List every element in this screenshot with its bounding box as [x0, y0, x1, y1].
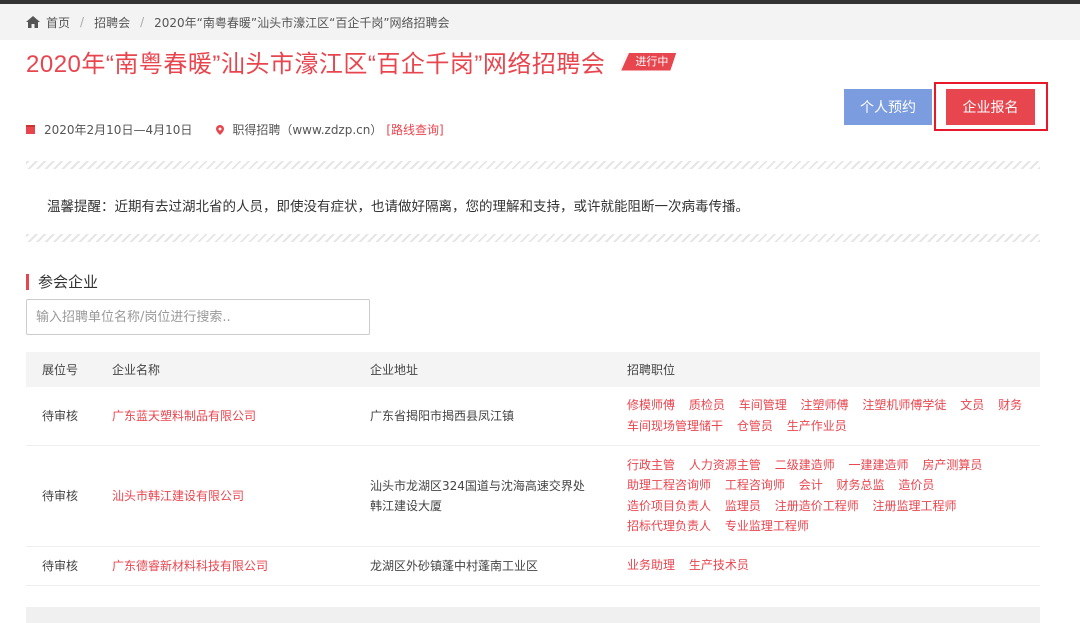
positions-cell: 行政主管 人力资源主管 二级建造师 一建建造师 房产测算员 助理工程咨询师 工程…: [627, 445, 1040, 547]
booth-cell: 待审核: [26, 387, 112, 446]
table-row: 待审核 广东德睿新材料科技有限公司 龙湖区外砂镇蓬中村蓬南工业区 业务助理 生产技术员: [26, 546, 1040, 586]
section-marker: [26, 273, 29, 290]
company-name-link[interactable]: 汕头市韩江建设有限公司: [112, 445, 370, 547]
table-row: 待审核 广东蓝天塑料制品有限公司 广东省揭阳市揭西县凤江镇 修模师傅 质检员 车间管理…: [26, 387, 1040, 446]
positions-list: 业务助理 生产技术员: [627, 549, 1040, 582]
personal-reservation-button[interactable]: 个人预约: [844, 89, 932, 125]
fair-meta: 2020年2月10日—4月10日 职得招聘（www.zdzp.cn） [路线查询…: [26, 121, 444, 138]
positions-cell: 修模师傅 质检员 车间管理 注塑师傅 注塑机师傅学徒 文员 财务 车间现场管理储…: [627, 387, 1040, 446]
position-link[interactable]: 注塑机师傅学徒: [862, 398, 946, 412]
position-link[interactable]: 专业监理工程师: [725, 519, 809, 533]
company-register-button[interactable]: 企业报名: [946, 89, 1035, 125]
position-link[interactable]: 修模师傅: [627, 398, 675, 412]
header-booth: 展位号: [42, 363, 79, 377]
positions-list: 修模师傅 质检员 车间管理 注塑师傅 注塑机师傅学徒 文员 财务 车间现场管理储…: [627, 389, 1040, 442]
divider: [26, 161, 1040, 169]
positions-list: 行政主管 人力资源主管 二级建造师 一建建造师 房产测算员 助理工程咨询师 工程…: [627, 449, 1040, 543]
breadcrumb-separator: /: [80, 15, 85, 29]
title-row: 2020年“南粤春暖”汕头市濠江区“百企千岗”网络招聘会 进行中: [26, 44, 676, 79]
position-link[interactable]: 注册造价工程师: [775, 499, 859, 513]
breadcrumb-current: 2020年“南粤春暖”汕头市濠江区“百企千岗”网络招聘会: [154, 15, 450, 30]
position-link[interactable]: 生产作业员: [787, 419, 847, 433]
position-link[interactable]: 业务助理: [627, 558, 675, 572]
position-link[interactable]: 招标代理负责人: [627, 519, 711, 533]
fair-location: 职得招聘（www.zdzp.cn）: [232, 123, 383, 137]
status-badge: 进行中: [619, 53, 676, 71]
companies-table: 展位号 企业名称 企业地址 招聘职位 待审核 广东蓝天塑料制品有限公司 广东省揭阳市…: [26, 352, 1040, 586]
breadcrumb-home-label: 首页: [46, 15, 71, 30]
address-cell: 龙湖区外砂镇蓬中村蓬南工业区: [370, 546, 627, 586]
booth-cell: 待审核: [26, 546, 112, 586]
position-link[interactable]: 造价员: [898, 478, 934, 492]
footer-bar: [26, 607, 1040, 623]
table-row: 待审核 汕头市韩江建设有限公司 汕头市龙湖区324国道与沈海高速交界处韩江建设大厦行…: [26, 445, 1040, 547]
company-name-link[interactable]: 广东蓝天塑料制品有限公司: [112, 387, 370, 446]
notice-text: 温馨提醒：近期有去过湖北省的人员，即使没有症状，也请做好隔离，您的理解和支持，或…: [47, 199, 749, 215]
position-link[interactable]: 注册监理工程师: [873, 499, 957, 513]
position-link[interactable]: 车间现场管理储干: [627, 419, 723, 433]
address-cell: 汕头市龙湖区324国道与沈海高速交界处韩江建设大厦: [370, 445, 627, 547]
position-link[interactable]: 工程咨询师: [725, 478, 785, 492]
position-link[interactable]: 一建建造师: [849, 458, 909, 472]
header-address: 企业地址: [370, 363, 419, 377]
search-input[interactable]: [26, 299, 370, 335]
position-link[interactable]: 财务总监: [837, 478, 885, 492]
header-company-name: 企业名称: [112, 363, 161, 377]
fair-date: 2020年2月10日—4月10日: [44, 123, 193, 137]
section-heading: 参会企业: [26, 271, 98, 292]
position-link[interactable]: 人力资源主管: [689, 458, 761, 472]
breadcrumb: 首页 / 招聘会 / 2020年“南粤春暖”汕头市濠江区“百企千岗”网络招聘会: [0, 4, 1080, 40]
positions-cell: 业务助理 生产技术员: [627, 546, 1040, 586]
breadcrumb-section[interactable]: 招聘会: [94, 14, 130, 31]
position-link[interactable]: 房产测算员: [922, 458, 982, 472]
position-link[interactable]: 行政主管: [627, 458, 675, 472]
address-cell: 广东省揭阳市揭西县凤江镇: [370, 387, 627, 446]
header-positions: 招聘职位: [627, 363, 676, 377]
position-link[interactable]: 质检员: [689, 398, 725, 412]
position-link[interactable]: 造价项目负责人: [627, 499, 711, 513]
position-link[interactable]: 会计: [799, 478, 823, 492]
company-name-link[interactable]: 广东德睿新材料科技有限公司: [112, 546, 370, 586]
position-link[interactable]: 二级建造师: [775, 458, 835, 472]
position-link[interactable]: 文员: [960, 398, 984, 412]
position-link[interactable]: 注塑师傅: [801, 398, 849, 412]
route-query-link[interactable]: [路线查询]: [386, 121, 443, 138]
position-link[interactable]: 助理工程咨询师: [627, 478, 711, 492]
divider: [26, 234, 1040, 242]
position-link[interactable]: 生产技术员: [689, 558, 749, 572]
home-icon: [26, 16, 40, 28]
breadcrumb-separator: /: [140, 15, 145, 29]
page-title: 2020年“南粤春暖”汕头市濠江区“百企千岗”网络招聘会: [26, 51, 606, 78]
location-pin-icon: [216, 124, 225, 135]
position-link[interactable]: 车间管理: [739, 398, 787, 412]
section-title: 参会企业: [38, 273, 99, 291]
position-link[interactable]: 仓管员: [737, 419, 773, 433]
breadcrumb-home[interactable]: 首页: [26, 14, 70, 31]
table-header-row: 展位号 企业名称 企业地址 招聘职位: [26, 352, 1040, 387]
calendar-icon: [26, 125, 35, 134]
booth-cell: 待审核: [26, 445, 112, 547]
position-link[interactable]: 财务: [998, 398, 1022, 412]
position-link[interactable]: 监理员: [725, 499, 761, 513]
